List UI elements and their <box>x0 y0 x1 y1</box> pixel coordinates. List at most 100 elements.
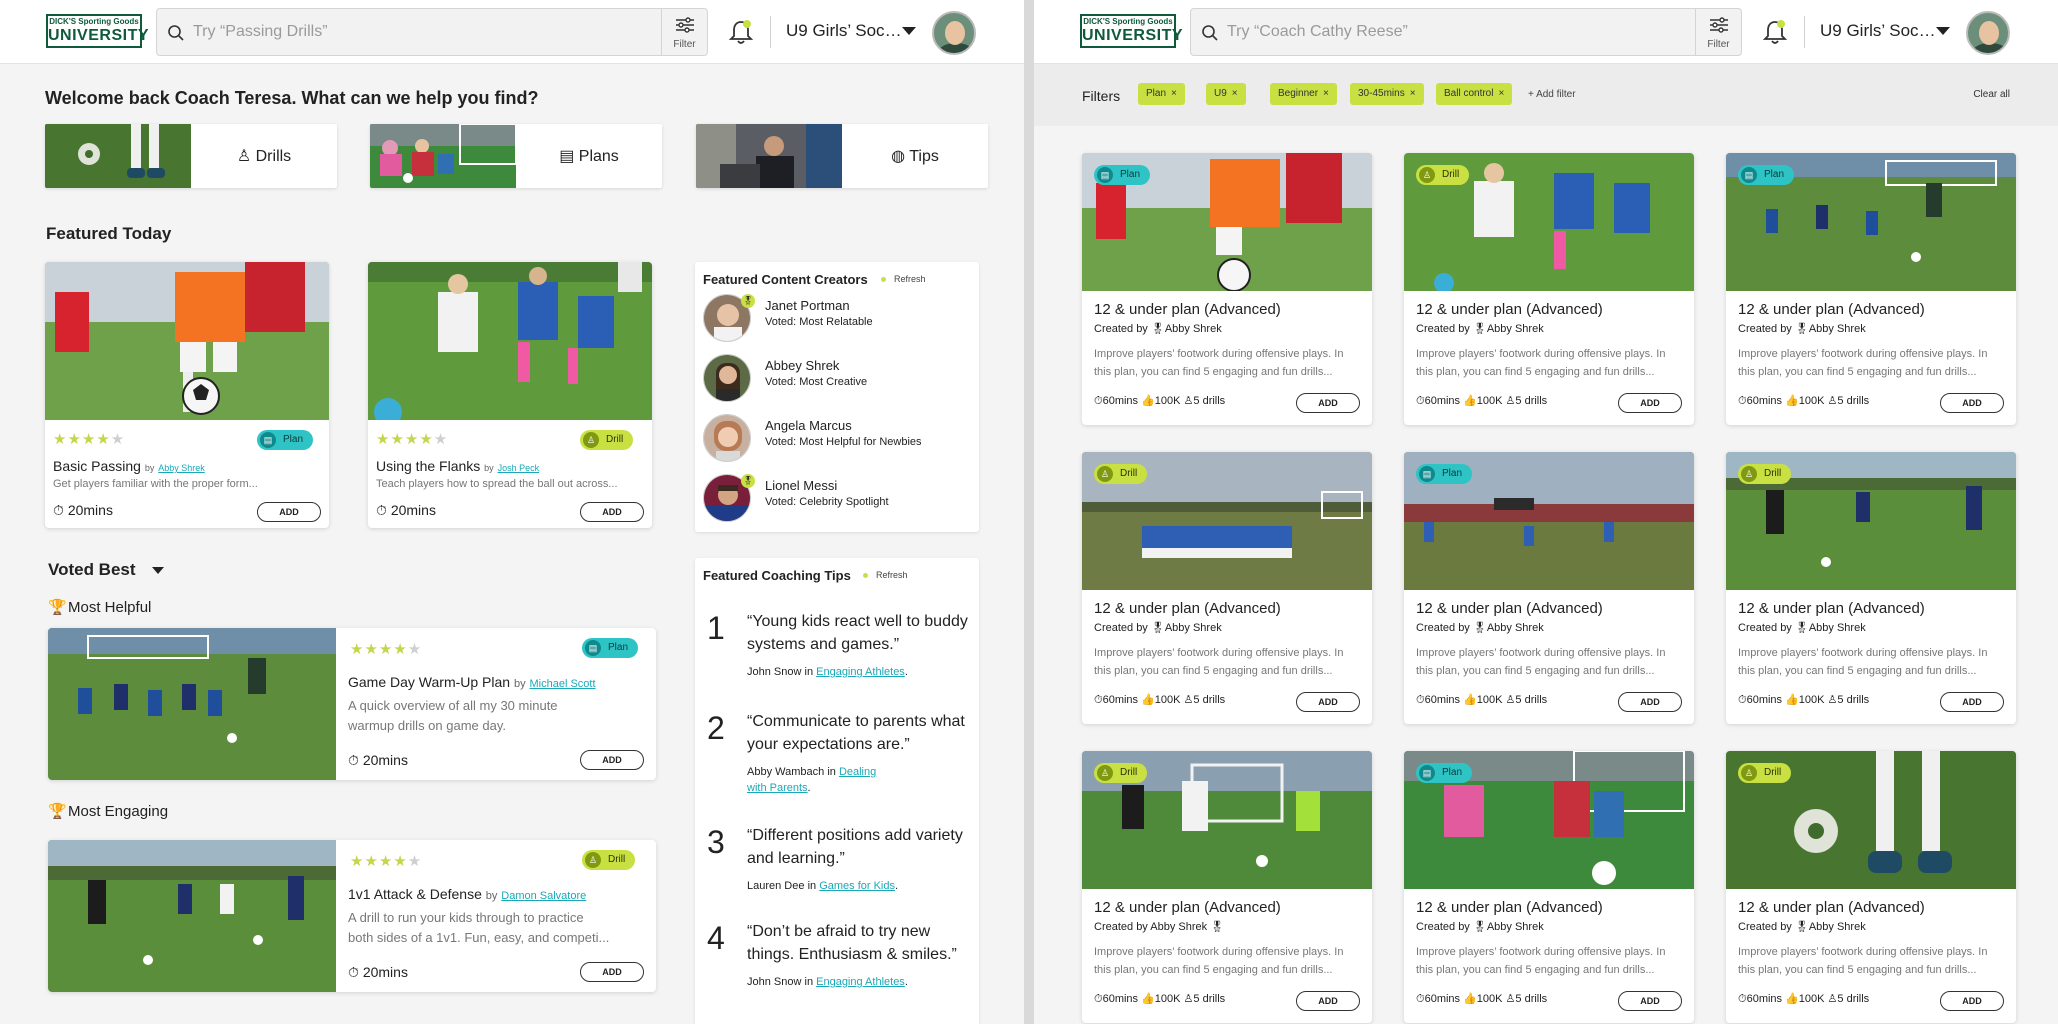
creator-item[interactable]: 🎖 Janet Portman Voted: Most Relatable <box>703 294 963 346</box>
add-button[interactable]: ADD <box>1618 991 1682 1011</box>
category-plans-card[interactable]: ▤ Plans <box>370 124 662 188</box>
add-button[interactable]: ADD <box>1940 991 2004 1011</box>
result-card[interactable]: ♙ Drill 12 & under plan (Advanced) Created … <box>1726 452 2016 724</box>
creator-item[interactable]: Angela Marcus Voted: Most Helpful for Ne… <box>703 414 963 466</box>
trophy-icon: 🏆 <box>48 803 67 820</box>
voted-card-1v1-attack-defense[interactable]: ★★★★★ ♙ Drill 1v1 Attack & Defense by Dam… <box>48 840 656 992</box>
result-description: Improve players’ footwork during offensi… <box>1416 348 1666 378</box>
result-card[interactable]: ▤ Plan 12 & under plan (Advanced) Created b… <box>1404 751 1694 1023</box>
voted-best-heading[interactable]: Voted Best <box>48 560 136 580</box>
clear-all-link[interactable]: Clear all <box>1973 89 2010 100</box>
featured-card-basic-passing[interactable]: ★★★★★ ▤ Plan Basic Passing by Abby Shrek … <box>45 262 329 528</box>
category-drills-label: ♙ Drills <box>236 148 292 165</box>
filter-chip-u9[interactable]: U9 × <box>1206 83 1246 105</box>
notification-bell-icon[interactable] <box>728 18 754 46</box>
result-description: Improve players’ footwork during offensi… <box>1094 348 1344 378</box>
most-engaging-heading: 🏆Most Engaging <box>48 803 169 820</box>
add-button[interactable]: ADD <box>1618 393 1682 413</box>
card-description-line1: A quick overview of all my 30 minute <box>348 698 558 713</box>
filter-chip-plan[interactable]: Plan × <box>1138 83 1185 105</box>
search-input[interactable] <box>193 9 653 55</box>
author-link[interactable]: Damon Salvatore <box>501 890 586 902</box>
search-input[interactable] <box>1227 9 1687 55</box>
result-card[interactable]: ♙ Drill 12 & under plan (Advanced) Created … <box>1082 452 1372 724</box>
add-button[interactable]: ADD <box>580 962 644 982</box>
cone-icon: ♙ <box>585 852 601 868</box>
notification-bell-icon[interactable] <box>1762 18 1788 46</box>
refresh-tips-link[interactable]: Refresh <box>863 570 908 580</box>
user-avatar[interactable] <box>932 11 976 55</box>
add-button[interactable]: ADD <box>1296 991 1360 1011</box>
stopwatch-icon: ⏱ <box>348 752 359 768</box>
filter-chip-ball-control[interactable]: Ball control × <box>1436 83 1513 105</box>
add-button[interactable]: ADD <box>257 502 321 522</box>
tip-attribution: John Snow in Engaging Athletes. <box>747 666 908 678</box>
featured-creators-panel: Featured Content Creators Refresh 🎖 Jane… <box>695 262 979 532</box>
result-description: Improve players’ footwork during offensi… <box>1416 647 1666 677</box>
drill-tag: ♙ Drill <box>1416 165 1470 185</box>
filter-chip-beginner[interactable]: Beginner × <box>1270 83 1337 105</box>
result-card[interactable]: ♙ Drill 12 & under plan (Advanced) Created … <box>1082 751 1372 1023</box>
category-tips-card[interactable]: ◍ Tips <box>696 124 988 188</box>
plans-thumbnail <box>370 124 516 188</box>
creator-item[interactable]: Abbey Shrek Voted: Most Creative <box>703 354 963 406</box>
add-button[interactable]: ADD <box>1618 692 1682 712</box>
author-link[interactable]: Michael Scott <box>529 678 595 690</box>
result-meta: ⏱60mins 👍100K ♙5 drills <box>1738 395 1870 407</box>
filter-button[interactable]: Filter <box>1695 9 1741 55</box>
close-icon[interactable]: × <box>1323 88 1329 99</box>
close-icon[interactable]: × <box>1498 88 1504 99</box>
result-card[interactable]: ♙ Drill 12 & under plan (Advanced) Created … <box>1726 751 2016 1023</box>
refresh-creators-link[interactable]: Refresh <box>881 274 926 284</box>
team-selector[interactable]: U9 Girls’ Socc... <box>1820 21 1940 41</box>
add-button[interactable]: ADD <box>1940 692 2004 712</box>
topic-link[interactable]: Engaging Athletes <box>816 976 905 988</box>
category-drills-card[interactable]: ♙ Drills <box>45 124 337 188</box>
creator-photo <box>703 354 751 402</box>
welcome-heading: Welcome back Coach Teresa. What can we h… <box>45 88 539 108</box>
result-card[interactable]: ▤ Plan 12 & under plan (Advanced) Created b… <box>1726 153 2016 425</box>
add-button[interactable]: ADD <box>1296 692 1360 712</box>
result-title: 12 & under plan (Advanced) <box>1094 600 1281 617</box>
active-filters-bar: Filters Plan × U9 × Beginner × 30-45mins × B… <box>1034 64 2058 126</box>
creator-item[interactable]: 🎖 Lionel Messi Voted: Celebrity Spotligh… <box>703 474 963 526</box>
result-card[interactable]: ♙ Drill 12 & under plan (Advanced) Created … <box>1404 153 1694 425</box>
topic-link[interactable]: Games for Kids <box>819 880 895 892</box>
tip-number: 3 <box>707 824 725 860</box>
dsg-university-logo[interactable]: DICK'S Sporting Goods UNIVERSITY <box>1080 14 1183 48</box>
chevron-down-icon[interactable] <box>902 27 916 35</box>
result-card[interactable]: ▤ Plan 12 & under plan (Advanced) Created b… <box>1082 153 1372 425</box>
chevron-down-icon[interactable] <box>1936 27 1950 35</box>
team-selector[interactable]: U9 Girls’ Socc... <box>786 21 906 41</box>
tip-number: 2 <box>707 710 725 746</box>
voted-card-game-day-warmup[interactable]: ★★★★★ ▤ Plan Game Day Warm-Up Plan by Mic… <box>48 628 656 780</box>
drill-tag: ♙ Drill <box>580 430 634 450</box>
add-button[interactable]: ADD <box>580 750 644 770</box>
dsg-university-logo[interactable]: DICK'S Sporting Goods UNIVERSITY <box>46 14 149 48</box>
close-icon[interactable]: × <box>1232 88 1238 99</box>
user-avatar[interactable] <box>1966 11 2010 55</box>
result-meta: ⏱60mins 👍100K ♙5 drills <box>1738 993 1870 1005</box>
filter-chip-duration[interactable]: 30-45mins × <box>1350 83 1424 105</box>
add-button[interactable]: ADD <box>1940 393 2004 413</box>
featured-card-using-the-flanks[interactable]: ★★★★★ ♙ Drill Using the Flanks by Josh Pe… <box>368 262 652 528</box>
cone-icon: ♙ <box>1741 765 1757 781</box>
result-creator: Created by 🎖Abby Shrek <box>1094 323 1222 335</box>
add-button[interactable]: ADD <box>580 502 644 522</box>
add-button[interactable]: ADD <box>1296 393 1360 413</box>
chevron-down-icon[interactable] <box>152 567 164 574</box>
basic-passing-image <box>45 262 329 420</box>
topic-link[interactable]: Engaging Athletes <box>816 666 905 678</box>
close-icon[interactable]: × <box>1410 88 1416 99</box>
filter-button[interactable]: Filter <box>661 9 707 55</box>
using-the-flanks-image <box>368 262 652 420</box>
close-icon[interactable]: × <box>1171 88 1177 99</box>
stopwatch-icon: ⏱ <box>376 502 387 518</box>
plan-tag: ▤ Plan <box>1094 165 1151 185</box>
card-title: 1v1 Attack & Defense by Damon Salvatore <box>348 886 587 902</box>
add-filter-link[interactable]: + Add filter <box>1528 89 1576 100</box>
author-link[interactable]: Abby Shrek <box>158 463 205 473</box>
author-link[interactable]: Josh Peck <box>498 463 540 473</box>
tip-quote: “Different positions add variety and lea… <box>747 827 963 867</box>
result-card[interactable]: ▤ Plan 12 & under plan (Advanced) Created b… <box>1404 452 1694 724</box>
